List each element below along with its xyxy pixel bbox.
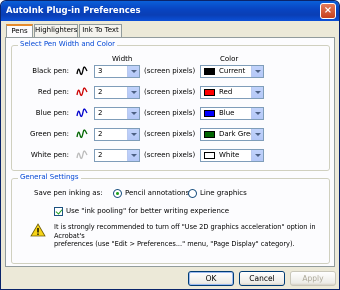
black-pen-stroke-icon	[76, 66, 88, 76]
tab-highlighters[interactable]: Highlighters	[34, 24, 78, 37]
blue-pen-width-value: 2	[98, 109, 103, 117]
width-column-header: Width	[112, 55, 133, 63]
red-pen-width-select[interactable]: 2	[94, 86, 140, 99]
title-bar: AutoInk Plug-in Preferences ×	[1, 1, 339, 21]
note-line-1: It is strongly recommended to turn off "…	[54, 223, 316, 240]
black-pen-color-swatch	[204, 68, 215, 75]
blue-pen-color-swatch	[204, 110, 215, 117]
chevron-down-icon[interactable]	[251, 150, 263, 161]
chevron-down-icon[interactable]	[127, 87, 139, 98]
white-pen-color-value: White	[219, 151, 240, 159]
black-pen-unit-label: (screen pixels)	[144, 67, 196, 75]
red-pen-unit-label: (screen pixels)	[144, 88, 196, 96]
pencil-annotations-radio[interactable]	[113, 189, 122, 198]
chevron-down-icon[interactable]	[127, 108, 139, 119]
chevron-down-icon[interactable]	[251, 66, 263, 77]
green-pen-color-swatch	[204, 131, 215, 138]
black-pen-width-value: 3	[98, 67, 103, 75]
black-pen-color-value: Current	[219, 67, 246, 75]
red-pen-color-select[interactable]: Red	[200, 86, 264, 99]
note-line-2: preferences (use "Edit > Preferences..."…	[54, 240, 295, 248]
acceleration-note: It is strongly recommended to turn off "…	[54, 223, 326, 249]
blue-pen-width-select[interactable]: 2	[94, 107, 140, 120]
black-pen-width-select[interactable]: 3	[94, 65, 140, 78]
line-graphics-label[interactable]: Line graphics	[200, 189, 247, 197]
green-pen-color-select[interactable]: Dark Green	[200, 128, 264, 141]
white-pen-stroke-icon	[76, 150, 88, 160]
chevron-down-icon[interactable]	[127, 129, 139, 140]
green-pen-stroke-icon	[76, 129, 88, 139]
pen-width-color-group: Select Pen Width and Color Width Color B…	[11, 40, 330, 171]
green-pen-unit-label: (screen pixels)	[144, 130, 196, 138]
ink-pooling-label[interactable]: Use "ink pooling" for better writing exp…	[66, 207, 229, 215]
chevron-down-icon[interactable]	[251, 129, 263, 140]
pens-panel: Select Pen Width and Color Width Color B…	[5, 37, 335, 267]
color-column-header: Color	[220, 55, 239, 63]
red-pen-width-value: 2	[98, 88, 103, 96]
blue-pen-unit-label: (screen pixels)	[144, 109, 196, 117]
black-pen-color-select[interactable]: Current	[200, 65, 264, 78]
blue-pen-label: Blue pen:	[35, 109, 69, 117]
save-pen-inking-label: Save pen inking as:	[34, 189, 103, 197]
pen-section-title: Select Pen Width and Color	[18, 40, 117, 48]
black-pen-label: Black pen:	[32, 67, 69, 75]
cancel-button[interactable]: Cancel	[239, 271, 285, 286]
red-pen-label: Red pen:	[37, 88, 69, 96]
chevron-down-icon[interactable]	[251, 108, 263, 119]
ink-pooling-checkbox[interactable]	[54, 207, 63, 216]
tab-pens[interactable]: Pens	[6, 24, 33, 38]
chevron-down-icon[interactable]	[127, 150, 139, 161]
green-pen-width-select[interactable]: 2	[94, 128, 140, 141]
blue-pen-stroke-icon	[76, 108, 88, 118]
chevron-down-icon[interactable]	[251, 87, 263, 98]
white-pen-width-select[interactable]: 2	[94, 149, 140, 162]
blue-pen-color-select[interactable]: Blue	[200, 107, 264, 120]
close-button[interactable]: ×	[320, 3, 336, 19]
white-pen-unit-label: (screen pixels)	[144, 151, 196, 159]
red-pen-stroke-icon	[76, 87, 88, 97]
white-pen-color-swatch	[204, 152, 215, 159]
blue-pen-color-value: Blue	[219, 109, 235, 117]
white-pen-label: White pen:	[30, 151, 69, 159]
line-graphics-radio[interactable]	[188, 189, 197, 198]
white-pen-color-select[interactable]: White	[200, 149, 264, 162]
window-title: AutoInk Plug-in Preferences	[6, 6, 141, 16]
general-settings-group: General Settings Save pen inking as: Pen…	[11, 173, 330, 264]
apply-button[interactable]: Apply	[290, 271, 336, 286]
red-pen-color-swatch	[204, 89, 215, 96]
warning-icon	[30, 223, 46, 237]
ok-button[interactable]: OK	[188, 271, 234, 286]
pencil-annotations-label[interactable]: Pencil annotations	[125, 189, 189, 197]
green-pen-label: Green pen:	[30, 130, 69, 138]
white-pen-width-value: 2	[98, 151, 103, 159]
green-pen-width-value: 2	[98, 130, 103, 138]
preferences-dialog: AutoInk Plug-in Preferences × Pens Highl…	[0, 0, 340, 290]
chevron-down-icon[interactable]	[127, 66, 139, 77]
red-pen-color-value: Red	[219, 88, 233, 96]
tab-ink-to-text[interactable]: Ink To Text	[79, 24, 122, 37]
general-section-title: General Settings	[18, 173, 81, 181]
